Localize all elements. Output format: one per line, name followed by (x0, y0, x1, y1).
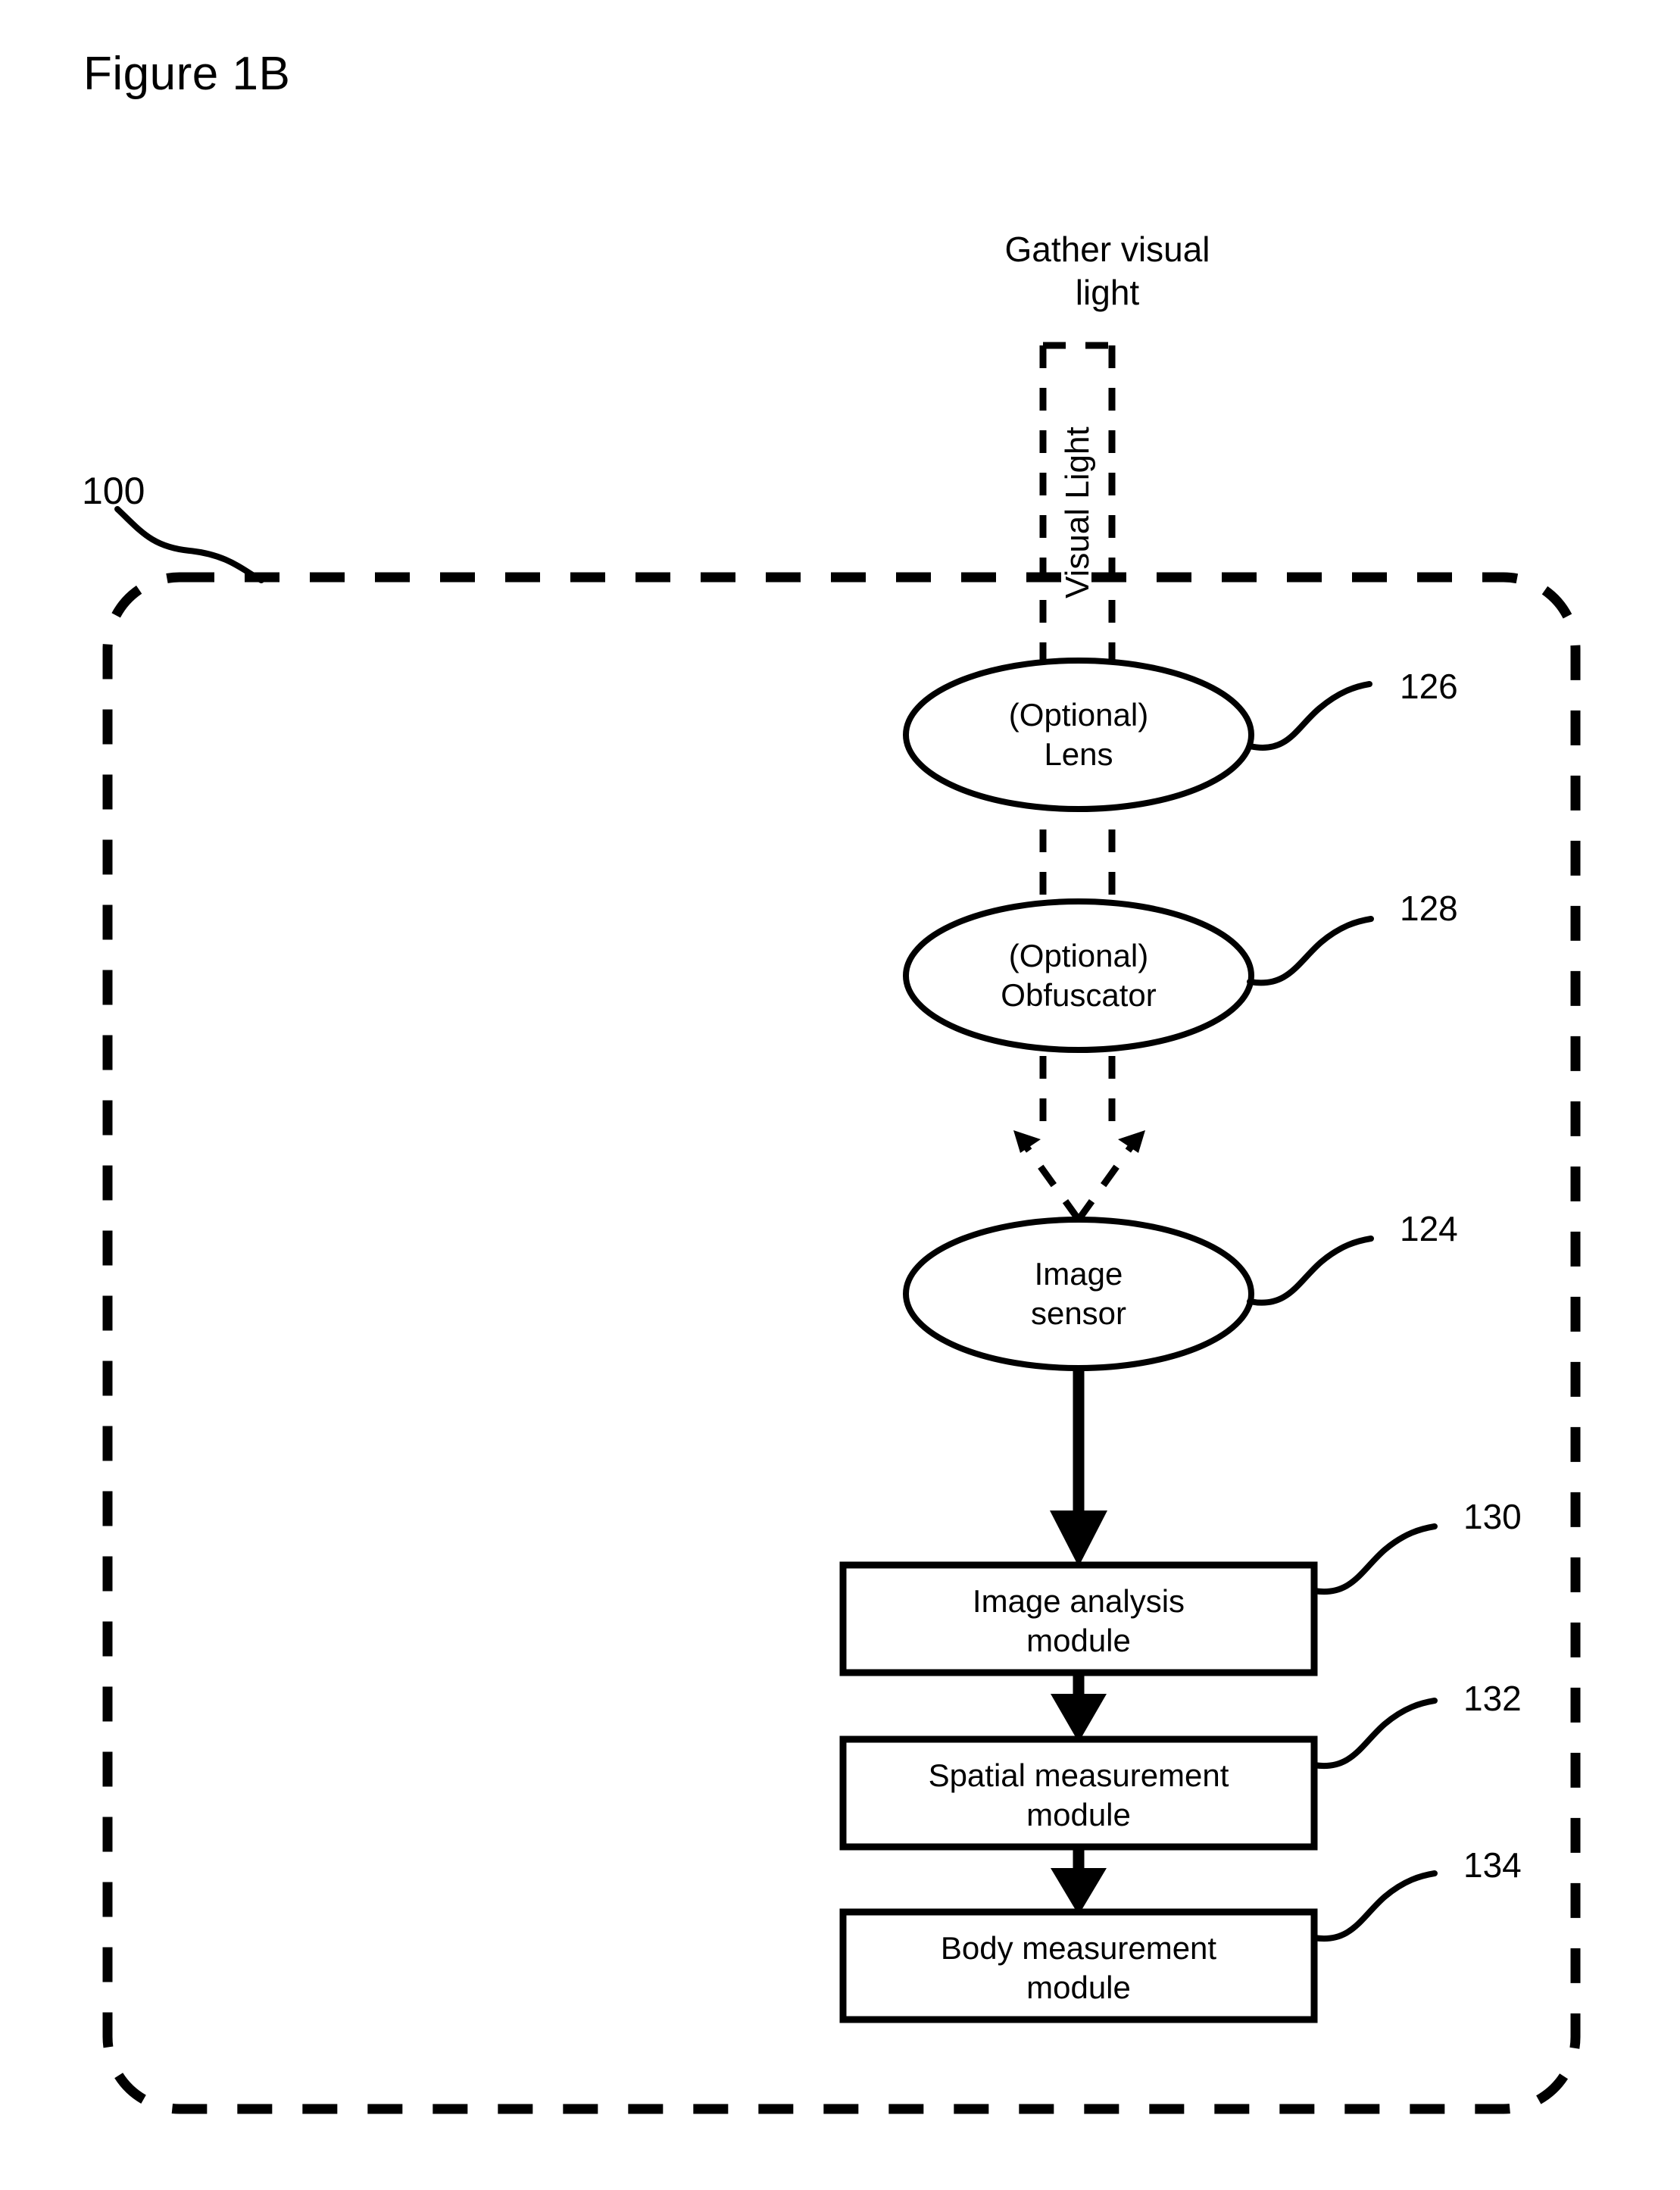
ref-numeral-130: 130 (1463, 1497, 1522, 1536)
figure-canvas: Figure 1B (Optional) Lens 126 (Optional)… (0, 0, 1680, 2190)
leader-line-124 (1247, 1236, 1374, 1306)
leader-line-100 (114, 506, 264, 583)
node-lens-ellipse[interactable] (903, 658, 1254, 812)
gather-visual-light-label-line1: Gather visual (1004, 230, 1210, 269)
ref-numeral-124: 124 (1400, 1209, 1458, 1248)
node-image-sensor-label-line2: sensor (1031, 1295, 1126, 1331)
leader-line-134 (1311, 1870, 1438, 1942)
arrow-sensor-to-analysis-head (1050, 1511, 1107, 1567)
leader-line-132 (1311, 1698, 1438, 1770)
ref-numeral-128: 128 (1400, 889, 1458, 928)
node-image-analysis-module-label-line2: module (1026, 1623, 1131, 1658)
gather-visual-light-label-line2: light (1076, 273, 1140, 312)
arrow-spatial-to-body-head (1051, 1868, 1107, 1915)
scatter-ray-right (1076, 1134, 1141, 1222)
ref-numeral-134: 134 (1463, 1845, 1522, 1885)
node-obfuscator-label-line2: Obfuscator (1001, 977, 1156, 1013)
node-obfuscator-ellipse[interactable] (903, 898, 1254, 1053)
node-spatial-measurement-module-label-line1: Spatial measurement (929, 1757, 1229, 1793)
node-image-analysis-module-label-line1: Image analysis (973, 1583, 1185, 1619)
visual-light-channel-label: Visual Light (1059, 426, 1096, 598)
node-lens-label-line2: Lens (1044, 736, 1113, 772)
node-image-sensor-label-line1: Image (1035, 1256, 1123, 1292)
node-image-sensor-ellipse[interactable] (903, 1217, 1254, 1371)
system-boundary-100 (102, 572, 1581, 2114)
node-body-measurement-module-label-line2: module (1026, 1970, 1131, 2005)
leader-line-128 (1247, 916, 1374, 986)
node-obfuscator-label-line1: (Optional) (1009, 938, 1148, 973)
node-body-measurement-module-label-line1: Body measurement (941, 1930, 1217, 1966)
patent-flow-diagram: (Optional) Lens 126 (Optional) Obfuscato… (82, 230, 1581, 2114)
ref-numeral-126: 126 (1400, 667, 1458, 706)
ref-numeral-132: 132 (1463, 1679, 1522, 1718)
node-lens-label-line1: (Optional) (1009, 697, 1148, 733)
scatter-ray-left (1016, 1134, 1082, 1222)
leader-line-126 (1247, 681, 1372, 751)
arrow-analysis-to-spatial-head (1051, 1694, 1107, 1742)
ref-numeral-100: 100 (82, 470, 145, 512)
node-spatial-measurement-module-label-line2: module (1026, 1797, 1131, 1832)
leader-line-130 (1311, 1523, 1438, 1595)
